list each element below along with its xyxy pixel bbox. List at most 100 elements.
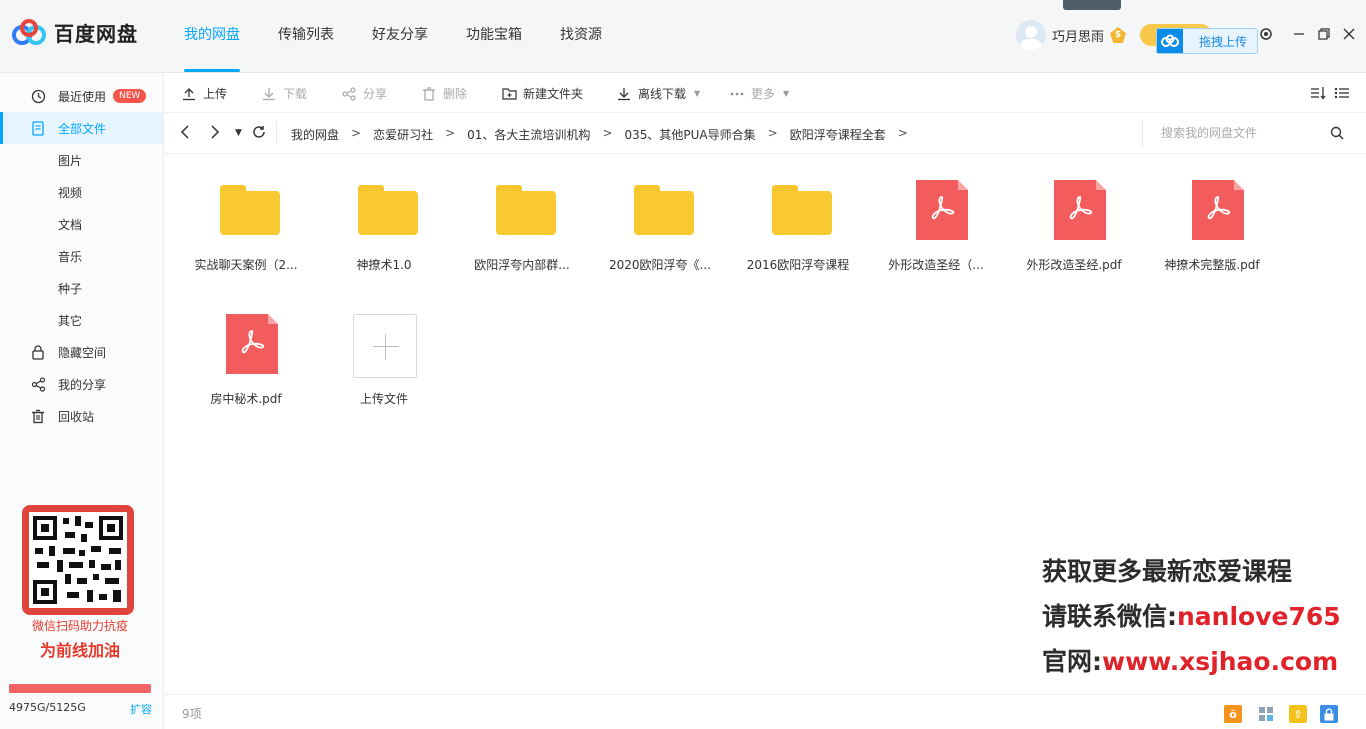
file-grid: 实战聊天案例（2... 神撩术1.0 欧阳浮夸内部群... 2020欧阳浮夸《.… (164, 154, 1366, 694)
folder-item[interactable]: 欧阳浮夸内部群... (457, 154, 587, 274)
delete-label: 删除 (443, 87, 468, 101)
new-folder-button[interactable]: 新建文件夹 (501, 85, 583, 102)
file-name: 欧阳浮夸内部群... (474, 258, 570, 272)
breadcrumb-separator: > (897, 126, 908, 140)
search-box (1142, 121, 1352, 147)
sort-icon (1310, 85, 1326, 101)
delete-button[interactable]: 删除 (421, 85, 467, 102)
sidebar-item-hidden-space[interactable]: 隐藏空间 (0, 336, 163, 368)
sidebar-item-torrents[interactable]: 种子 (0, 272, 163, 304)
breadcrumb-item[interactable]: 欧阳浮夸课程全套 (790, 126, 886, 143)
close-icon[interactable] (1341, 26, 1357, 42)
more-button[interactable]: 更多 ▼ (729, 85, 789, 102)
sidebar-item-my-shares[interactable]: 我的分享 (0, 368, 163, 400)
window-drag-handle[interactable] (1063, 0, 1121, 10)
breadcrumb-item[interactable]: 恋爱研习社 (373, 126, 433, 143)
sidebar-item-images[interactable]: 图片 (0, 144, 163, 176)
chevron-down-icon[interactable]: ▼ (783, 89, 789, 98)
upload-arrow-icon[interactable]: ⇧ (1289, 705, 1307, 723)
pdf-file-item[interactable]: 房中秘术.pdf (181, 288, 311, 408)
pdf-file-item[interactable]: 外形改造圣经（... (871, 154, 1001, 274)
refresh-icon[interactable] (252, 125, 266, 143)
tab-friend-share[interactable]: 好友分享 (372, 0, 428, 72)
user-profile[interactable]: 巧月思雨 $ (1016, 20, 1127, 50)
folder-item[interactable]: 实战聊天案例（2... (181, 154, 311, 274)
apps-grid-icon[interactable] (1257, 705, 1275, 723)
folder-item[interactable]: 2016欧阳浮夸课程 (733, 154, 863, 274)
share-button[interactable]: 分享 (341, 85, 387, 102)
expand-storage-link[interactable]: 扩容 (130, 701, 152, 717)
user-name[interactable]: 巧月思雨 (1052, 26, 1104, 45)
share-label: 分享 (363, 87, 388, 101)
pdf-file-item[interactable]: 神撩术完整版.pdf (1147, 154, 1277, 274)
pdf-icon (216, 314, 280, 374)
more-label: 更多 (751, 87, 776, 101)
pdf-icon (1182, 180, 1246, 240)
main-nav: 我的网盘 传输列表 好友分享 功能宝箱 找资源 (184, 0, 640, 72)
offline-download-label: 离线下载 (638, 87, 687, 101)
file-name: 实战聊天案例（2... (194, 258, 298, 272)
pet-mascot-icon[interactable]: ŏ (1224, 705, 1242, 723)
sidebar-item-label: 回收站 (58, 409, 95, 424)
drag-upload-button[interactable]: 拖拽上传 (1156, 28, 1258, 54)
avatar[interactable] (1016, 20, 1046, 50)
tab-transfer-list[interactable]: 传输列表 (278, 0, 334, 72)
folder-item[interactable]: 神撩术1.0 (319, 154, 449, 274)
upload-button[interactable]: 上传 (181, 85, 227, 102)
pdf-file-item[interactable]: 外形改造圣经.pdf (1009, 154, 1139, 274)
baidu-netdisk-window: 百度网盘 我的网盘 传输列表 好友分享 功能宝箱 找资源 巧月思雨 $ 拖拽上传 (0, 0, 1366, 729)
sidebar-item-label: 种子 (58, 281, 83, 296)
tab-find-resources[interactable]: 找资源 (560, 0, 602, 72)
sidebar-item-label: 音乐 (58, 249, 83, 264)
storage-quota-text: 4975G/5125G (9, 701, 86, 714)
sidebar-item-music[interactable]: 音乐 (0, 240, 163, 272)
divider (276, 122, 277, 144)
back-arrow-icon[interactable] (180, 125, 190, 143)
sidebar-item-recycle-bin[interactable]: 回收站 (0, 400, 163, 432)
watermark-site-url: www.xsjhao.com (1102, 647, 1339, 676)
search-icon[interactable] (1330, 125, 1344, 144)
pdf-icon (906, 180, 970, 240)
file-name: 神撩术完整版.pdf (1164, 258, 1260, 272)
breadcrumb-item[interactable]: 01、各大主流培训机构 (467, 126, 590, 143)
sidebar-item-other[interactable]: 其它 (0, 304, 163, 336)
chevron-down-icon[interactable]: ▼ (694, 89, 700, 98)
new-badge: NEW (113, 89, 147, 103)
qr-code-icon (29, 512, 127, 608)
breadcrumb-item[interactable]: 035、其他PUA导师合集 (625, 126, 756, 143)
sidebar-item-recent[interactable]: 最近使用 NEW (0, 80, 163, 112)
download-button[interactable]: 下载 (261, 85, 307, 102)
tab-toolbox[interactable]: 功能宝箱 (466, 0, 522, 72)
breadcrumb-item[interactable]: 我的网盘 (291, 126, 339, 143)
trash-icon (421, 86, 437, 102)
sidebar-item-all-files[interactable]: 全部文件 (0, 112, 163, 144)
new-folder-icon (501, 86, 517, 102)
sidebar-item-videos[interactable]: 视频 (0, 176, 163, 208)
folder-item[interactable]: 2020欧阳浮夸《... (595, 154, 725, 274)
settings-icon[interactable] (1258, 26, 1274, 42)
forward-arrow-icon[interactable] (210, 125, 220, 143)
breadcrumb-separator: > (602, 126, 613, 140)
restore-icon[interactable] (1316, 26, 1332, 42)
sidebar-item-label: 视频 (58, 185, 83, 200)
lock-icon[interactable] (1320, 705, 1338, 723)
folder-icon (492, 180, 556, 240)
search-input[interactable] (1161, 121, 1331, 145)
breadcrumb-separator: > (445, 126, 456, 140)
offline-download-button[interactable]: 离线下载 ▼ (616, 85, 700, 102)
upload-label: 上传 (203, 87, 228, 101)
sidebar-item-documents[interactable]: 文档 (0, 208, 163, 240)
watermark-line3: 官网:www.xsjhao.com (1042, 642, 1338, 678)
file-name: 房中秘术.pdf (210, 392, 282, 406)
file-name: 外形改造圣经.pdf (1026, 258, 1122, 272)
sort-button[interactable] (1310, 85, 1332, 101)
minimize-icon[interactable] (1291, 26, 1307, 42)
history-dropdown-icon[interactable]: ▼ (235, 128, 242, 138)
promo-qr-banner[interactable]: 微信扫码助力抗疫 为前线加油 (0, 499, 163, 669)
promo-text-line1: 微信扫码助力抗疫 (31, 619, 128, 633)
tab-my-netdisk[interactable]: 我的网盘 (184, 0, 240, 72)
storage-quota-fill (9, 684, 147, 693)
upload-file-tile[interactable]: 上传文件 (319, 288, 449, 408)
clock-icon (30, 88, 46, 104)
list-view-button[interactable] (1334, 85, 1356, 101)
